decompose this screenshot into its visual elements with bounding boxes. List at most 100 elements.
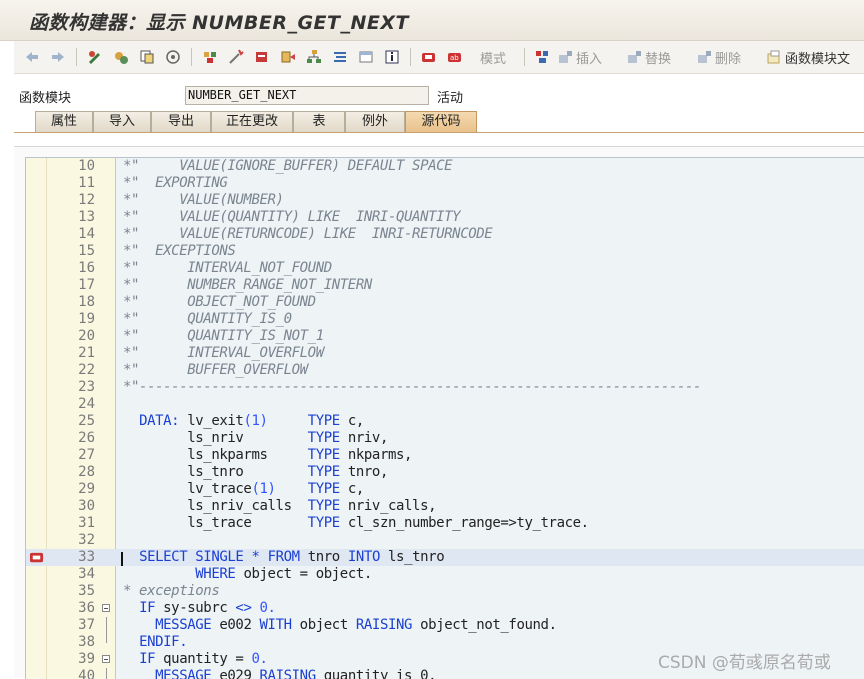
function-module-doc-label: 函数模块文: [785, 51, 851, 67]
tab-tables[interactable]: 表: [293, 111, 345, 132]
line-number: 19: [78, 311, 95, 327]
line-number: 35: [78, 583, 95, 599]
tab-attributes[interactable]: 属性: [35, 111, 93, 132]
code-line[interactable]: 15 *" EXCEPTIONS: [26, 243, 864, 260]
code-line[interactable]: 30 ls_nriv_calls TYPE nriv_calls,: [26, 498, 864, 515]
code-line[interactable]: 20 *" QUANTITY_IS_NOT_1: [26, 328, 864, 345]
pretty-printer-icon[interactable]: [332, 47, 348, 67]
code-line[interactable]: 25 DATA: lv_exit(1) TYPE c,: [26, 413, 864, 430]
line-number: 31: [78, 515, 95, 531]
session-breakpoint-icon[interactable]: ab: [447, 47, 463, 67]
code-line[interactable]: 35 * exceptions: [26, 583, 864, 600]
line-number: 34: [78, 566, 95, 582]
back-arrow-icon[interactable]: [24, 47, 40, 67]
code-line[interactable]: 26 ls_nriv TYPE nriv,: [26, 430, 864, 447]
code-text: ls_nriv_calls TYPE nriv_calls,: [123, 498, 437, 514]
code-line[interactable]: 33 SELECT SINGLE * FROM tnro INTO ls_tnr…: [26, 549, 864, 566]
code-text: DATA: lv_exit(1) TYPE c,: [139, 413, 364, 429]
activate-icon[interactable]: [254, 47, 270, 67]
breakpoint-icon[interactable]: [421, 47, 437, 67]
code-text: *" INTERVAL_OVERFLOW: [123, 345, 324, 361]
function-module-label: 函数模块: [19, 91, 72, 106]
delete-button[interactable]: 删除: [696, 47, 741, 67]
code-line[interactable]: 13 *" VALUE(QUANTITY) LIKE INRI-QUANTITY: [26, 209, 864, 226]
code-line[interactable]: 37 MESSAGE e002 WITH object RAISING obje…: [26, 617, 864, 634]
toggle-edit-icon[interactable]: [87, 47, 103, 67]
insert-button[interactable]: 插入: [557, 47, 602, 67]
line-number: 21: [78, 345, 95, 361]
line-number: 36: [78, 600, 95, 616]
check-syntax-icon[interactable]: [228, 47, 244, 67]
fold-guide: [106, 617, 107, 634]
code-text: *" VALUE(RETURNCODE) LIKE INRI-RETURNCOD…: [123, 226, 493, 242]
function-module-name-field[interactable]: NUMBER_GET_NEXT: [185, 86, 429, 105]
application-toolbar: ab 模式 插入 替换 删除 函数模块文: [14, 41, 864, 74]
line-number: 23: [78, 379, 95, 395]
code-line[interactable]: 10 *" VALUE(IGNORE_BUFFER) DEFAULT SPACE: [26, 158, 864, 175]
line-number: 39: [78, 651, 95, 667]
display-change-icon[interactable]: [113, 47, 129, 67]
object-list-icon[interactable]: [202, 47, 218, 67]
code-area[interactable]: 10 *" VALUE(IGNORE_BUFFER) DEFAULT SPACE 1…: [25, 157, 864, 679]
code-line[interactable]: 23 *"------------------------------------…: [26, 379, 864, 396]
structure-icon[interactable]: [534, 47, 550, 67]
line-number: 26: [78, 430, 95, 446]
tab-exceptions[interactable]: 例外: [345, 111, 405, 132]
code-line[interactable]: 14 *" VALUE(RETURNCODE) LIKE INRI-RETURNC…: [26, 226, 864, 243]
line-number: 25: [78, 413, 95, 429]
where-used-icon[interactable]: [165, 47, 181, 67]
forward-arrow-icon[interactable]: [50, 47, 66, 67]
code-line[interactable]: 28 ls_tnro TYPE tnro,: [26, 464, 864, 481]
activation-status: 活动: [437, 91, 464, 106]
fold-guide: [106, 634, 107, 643]
code-line[interactable]: 11 *" EXPORTING: [26, 175, 864, 192]
mode-button[interactable]: 模式: [477, 47, 506, 67]
replace-button[interactable]: 替换: [626, 47, 671, 67]
fold-toggle-icon[interactable]: [102, 655, 110, 663]
fold-toggle-icon[interactable]: [102, 604, 110, 612]
line-number: 24: [78, 396, 95, 412]
code-line[interactable]: 32: [26, 532, 864, 549]
code-line[interactable]: 36 IF sy-subrc <> 0.: [26, 600, 864, 617]
code-text: MESSAGE e029 RAISING quantity_is_0.: [155, 668, 437, 679]
line-number: 40: [78, 668, 95, 679]
mode-label: 模式: [480, 51, 507, 67]
line-number: 29: [78, 481, 95, 497]
code-text: *" QUANTITY_IS_NOT_1: [123, 328, 324, 344]
code-line[interactable]: 18 *" OBJECT_NOT_FOUND: [26, 294, 864, 311]
code-text: ENDIF.: [139, 634, 188, 650]
code-line[interactable]: 24: [26, 396, 864, 413]
breakpoint-marker-icon[interactable]: [29, 550, 44, 565]
code-line[interactable]: 19 *" QUANTITY_IS_0: [26, 311, 864, 328]
display-object-list-icon[interactable]: [358, 47, 374, 67]
code-line[interactable]: 34 WHERE object = object.: [26, 566, 864, 583]
code-line[interactable]: 31 ls_trace TYPE cl_szn_number_range=>ty…: [26, 515, 864, 532]
line-number: 22: [78, 362, 95, 378]
tab-export[interactable]: 导出: [151, 111, 211, 132]
code-text: *" VALUE(NUMBER): [123, 192, 284, 208]
code-line[interactable]: 21 *" INTERVAL_OVERFLOW: [26, 345, 864, 362]
hierarchy-icon[interactable]: [306, 47, 322, 67]
code-text: *" VALUE(IGNORE_BUFFER) DEFAULT SPACE: [123, 158, 453, 174]
code-text: * exceptions: [123, 583, 220, 599]
function-module-doc-button[interactable]: 函数模块文: [766, 47, 850, 67]
code-line[interactable]: 27 ls_nkparms TYPE nkparms,: [26, 447, 864, 464]
code-line[interactable]: 17 *" NUMBER_RANGE_NOT_INTERN: [26, 277, 864, 294]
test-icon[interactable]: [280, 47, 296, 67]
code-line[interactable]: 12 *" VALUE(NUMBER): [26, 192, 864, 209]
line-number: 16: [78, 260, 95, 276]
code-line[interactable]: 22 *" BUFFER_OVERFLOW: [26, 362, 864, 379]
line-number: 27: [78, 447, 95, 463]
code-text: lv_trace(1) TYPE c,: [123, 481, 364, 497]
tab-strip: 属性 导入 导出 正在更改 表 例外 源代码: [14, 110, 864, 133]
code-line[interactable]: 29 lv_trace(1) TYPE c,: [26, 481, 864, 498]
line-number: 37: [78, 617, 95, 633]
line-number: 20: [78, 328, 95, 344]
line-number: 38: [78, 634, 95, 650]
copy-object-icon[interactable]: [139, 47, 155, 67]
info-icon[interactable]: [384, 47, 400, 67]
tab-changing[interactable]: 正在更改: [211, 111, 293, 132]
tab-import[interactable]: 导入: [93, 111, 151, 132]
tab-source-code[interactable]: 源代码: [405, 111, 477, 132]
code-line[interactable]: 16 *" INTERVAL_NOT_FOUND: [26, 260, 864, 277]
